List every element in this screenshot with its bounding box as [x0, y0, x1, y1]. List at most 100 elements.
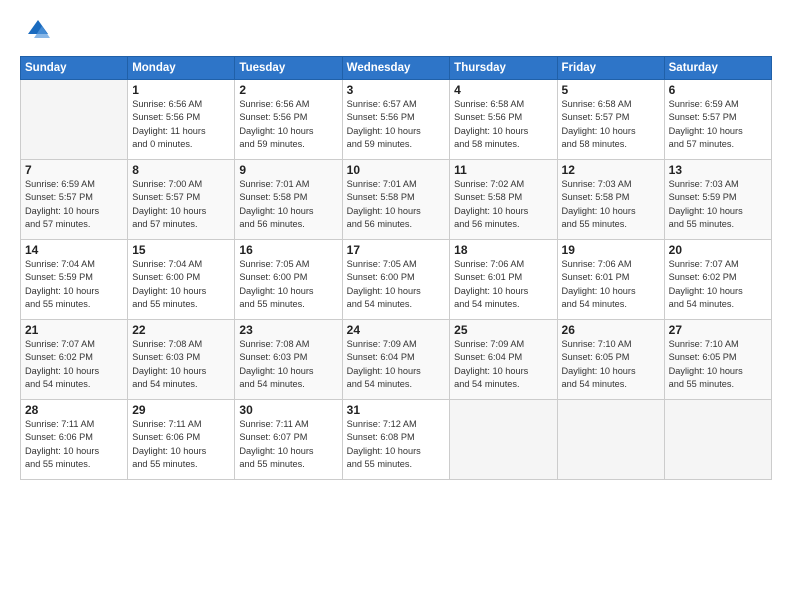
day-info: Sunrise: 7:08 AM Sunset: 6:03 PM Dayligh… — [132, 338, 230, 391]
day-number: 6 — [669, 83, 767, 97]
day-info: Sunrise: 7:07 AM Sunset: 6:02 PM Dayligh… — [669, 258, 767, 311]
day-number: 15 — [132, 243, 230, 257]
calendar-cell: 8Sunrise: 7:00 AM Sunset: 5:57 PM Daylig… — [128, 160, 235, 240]
day-number: 25 — [454, 323, 552, 337]
logo — [20, 16, 54, 46]
day-info: Sunrise: 7:00 AM Sunset: 5:57 PM Dayligh… — [132, 178, 230, 231]
day-number: 14 — [25, 243, 123, 257]
calendar-header-row: SundayMondayTuesdayWednesdayThursdayFrid… — [21, 57, 772, 80]
day-info: Sunrise: 7:03 AM Sunset: 5:58 PM Dayligh… — [562, 178, 660, 231]
calendar-cell: 12Sunrise: 7:03 AM Sunset: 5:58 PM Dayli… — [557, 160, 664, 240]
day-info: Sunrise: 7:05 AM Sunset: 6:00 PM Dayligh… — [239, 258, 337, 311]
calendar-cell: 24Sunrise: 7:09 AM Sunset: 6:04 PM Dayli… — [342, 320, 450, 400]
day-info: Sunrise: 7:09 AM Sunset: 6:04 PM Dayligh… — [347, 338, 446, 391]
day-number: 21 — [25, 323, 123, 337]
day-info: Sunrise: 7:12 AM Sunset: 6:08 PM Dayligh… — [347, 418, 446, 471]
day-number: 31 — [347, 403, 446, 417]
day-number: 5 — [562, 83, 660, 97]
day-number: 19 — [562, 243, 660, 257]
calendar-week-row: 14Sunrise: 7:04 AM Sunset: 5:59 PM Dayli… — [21, 240, 772, 320]
day-number: 18 — [454, 243, 552, 257]
calendar-week-row: 21Sunrise: 7:07 AM Sunset: 6:02 PM Dayli… — [21, 320, 772, 400]
calendar-cell: 6Sunrise: 6:59 AM Sunset: 5:57 PM Daylig… — [664, 80, 771, 160]
calendar-cell: 30Sunrise: 7:11 AM Sunset: 6:07 PM Dayli… — [235, 400, 342, 480]
calendar-header-sunday: Sunday — [21, 57, 128, 80]
day-number: 3 — [347, 83, 446, 97]
calendar-header-thursday: Thursday — [450, 57, 557, 80]
calendar-cell: 18Sunrise: 7:06 AM Sunset: 6:01 PM Dayli… — [450, 240, 557, 320]
day-info: Sunrise: 7:02 AM Sunset: 5:58 PM Dayligh… — [454, 178, 552, 231]
day-info: Sunrise: 7:04 AM Sunset: 6:00 PM Dayligh… — [132, 258, 230, 311]
calendar-cell: 27Sunrise: 7:10 AM Sunset: 6:05 PM Dayli… — [664, 320, 771, 400]
day-info: Sunrise: 6:58 AM Sunset: 5:57 PM Dayligh… — [562, 98, 660, 151]
day-number: 8 — [132, 163, 230, 177]
day-info: Sunrise: 7:04 AM Sunset: 5:59 PM Dayligh… — [25, 258, 123, 311]
calendar-week-row: 1Sunrise: 6:56 AM Sunset: 5:56 PM Daylig… — [21, 80, 772, 160]
calendar-header-saturday: Saturday — [664, 57, 771, 80]
calendar-cell: 7Sunrise: 6:59 AM Sunset: 5:57 PM Daylig… — [21, 160, 128, 240]
calendar-cell — [450, 400, 557, 480]
day-info: Sunrise: 7:01 AM Sunset: 5:58 PM Dayligh… — [347, 178, 446, 231]
calendar-cell: 9Sunrise: 7:01 AM Sunset: 5:58 PM Daylig… — [235, 160, 342, 240]
day-number: 24 — [347, 323, 446, 337]
day-info: Sunrise: 6:57 AM Sunset: 5:56 PM Dayligh… — [347, 98, 446, 151]
day-number: 20 — [669, 243, 767, 257]
day-info: Sunrise: 7:01 AM Sunset: 5:58 PM Dayligh… — [239, 178, 337, 231]
calendar-cell: 3Sunrise: 6:57 AM Sunset: 5:56 PM Daylig… — [342, 80, 450, 160]
calendar-header-monday: Monday — [128, 57, 235, 80]
day-info: Sunrise: 6:59 AM Sunset: 5:57 PM Dayligh… — [669, 98, 767, 151]
day-number: 29 — [132, 403, 230, 417]
day-info: Sunrise: 7:11 AM Sunset: 6:06 PM Dayligh… — [25, 418, 123, 471]
page: SundayMondayTuesdayWednesdayThursdayFrid… — [0, 0, 792, 612]
calendar-cell: 23Sunrise: 7:08 AM Sunset: 6:03 PM Dayli… — [235, 320, 342, 400]
day-number: 17 — [347, 243, 446, 257]
day-info: Sunrise: 6:56 AM Sunset: 5:56 PM Dayligh… — [132, 98, 230, 151]
day-info: Sunrise: 7:07 AM Sunset: 6:02 PM Dayligh… — [25, 338, 123, 391]
calendar-cell: 17Sunrise: 7:05 AM Sunset: 6:00 PM Dayli… — [342, 240, 450, 320]
day-info: Sunrise: 7:10 AM Sunset: 6:05 PM Dayligh… — [669, 338, 767, 391]
day-number: 23 — [239, 323, 337, 337]
calendar-cell: 2Sunrise: 6:56 AM Sunset: 5:56 PM Daylig… — [235, 80, 342, 160]
day-number: 30 — [239, 403, 337, 417]
day-info: Sunrise: 7:03 AM Sunset: 5:59 PM Dayligh… — [669, 178, 767, 231]
day-info: Sunrise: 6:56 AM Sunset: 5:56 PM Dayligh… — [239, 98, 337, 151]
calendar-cell: 13Sunrise: 7:03 AM Sunset: 5:59 PM Dayli… — [664, 160, 771, 240]
day-info: Sunrise: 7:09 AM Sunset: 6:04 PM Dayligh… — [454, 338, 552, 391]
calendar-cell — [557, 400, 664, 480]
calendar-week-row: 28Sunrise: 7:11 AM Sunset: 6:06 PM Dayli… — [21, 400, 772, 480]
day-number: 28 — [25, 403, 123, 417]
calendar-cell: 5Sunrise: 6:58 AM Sunset: 5:57 PM Daylig… — [557, 80, 664, 160]
day-info: Sunrise: 7:11 AM Sunset: 6:07 PM Dayligh… — [239, 418, 337, 471]
calendar-cell: 22Sunrise: 7:08 AM Sunset: 6:03 PM Dayli… — [128, 320, 235, 400]
day-info: Sunrise: 7:06 AM Sunset: 6:01 PM Dayligh… — [562, 258, 660, 311]
calendar-cell: 16Sunrise: 7:05 AM Sunset: 6:00 PM Dayli… — [235, 240, 342, 320]
calendar-cell: 25Sunrise: 7:09 AM Sunset: 6:04 PM Dayli… — [450, 320, 557, 400]
calendar-cell: 1Sunrise: 6:56 AM Sunset: 5:56 PM Daylig… — [128, 80, 235, 160]
calendar-cell: 10Sunrise: 7:01 AM Sunset: 5:58 PM Dayli… — [342, 160, 450, 240]
day-info: Sunrise: 6:58 AM Sunset: 5:56 PM Dayligh… — [454, 98, 552, 151]
calendar-cell: 29Sunrise: 7:11 AM Sunset: 6:06 PM Dayli… — [128, 400, 235, 480]
calendar-cell: 11Sunrise: 7:02 AM Sunset: 5:58 PM Dayli… — [450, 160, 557, 240]
calendar-header-friday: Friday — [557, 57, 664, 80]
calendar-cell — [664, 400, 771, 480]
day-info: Sunrise: 7:08 AM Sunset: 6:03 PM Dayligh… — [239, 338, 337, 391]
calendar-cell: 21Sunrise: 7:07 AM Sunset: 6:02 PM Dayli… — [21, 320, 128, 400]
calendar-cell: 26Sunrise: 7:10 AM Sunset: 6:05 PM Dayli… — [557, 320, 664, 400]
calendar-cell: 14Sunrise: 7:04 AM Sunset: 5:59 PM Dayli… — [21, 240, 128, 320]
day-number: 22 — [132, 323, 230, 337]
calendar-cell: 20Sunrise: 7:07 AM Sunset: 6:02 PM Dayli… — [664, 240, 771, 320]
calendar-cell: 19Sunrise: 7:06 AM Sunset: 6:01 PM Dayli… — [557, 240, 664, 320]
calendar-cell: 4Sunrise: 6:58 AM Sunset: 5:56 PM Daylig… — [450, 80, 557, 160]
day-number: 13 — [669, 163, 767, 177]
day-number: 11 — [454, 163, 552, 177]
calendar-cell — [21, 80, 128, 160]
day-info: Sunrise: 6:59 AM Sunset: 5:57 PM Dayligh… — [25, 178, 123, 231]
day-number: 27 — [669, 323, 767, 337]
day-number: 10 — [347, 163, 446, 177]
calendar-week-row: 7Sunrise: 6:59 AM Sunset: 5:57 PM Daylig… — [21, 160, 772, 240]
day-number: 7 — [25, 163, 123, 177]
day-number: 2 — [239, 83, 337, 97]
calendar-cell: 31Sunrise: 7:12 AM Sunset: 6:08 PM Dayli… — [342, 400, 450, 480]
day-number: 26 — [562, 323, 660, 337]
calendar-cell: 28Sunrise: 7:11 AM Sunset: 6:06 PM Dayli… — [21, 400, 128, 480]
